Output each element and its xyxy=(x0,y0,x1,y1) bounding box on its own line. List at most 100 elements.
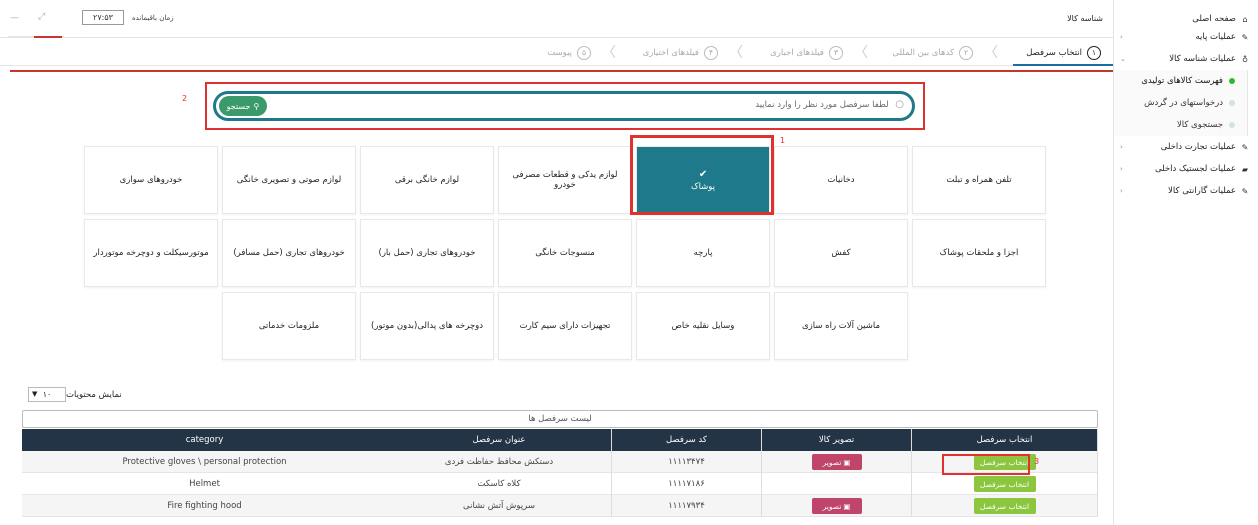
app-root: ⌂ صفحه اصلی ✎ عملیات پایه ‹ ♁ عملیات شنا… xyxy=(0,0,1258,525)
sidebar-submenu: فهرست کالاهای تولیدی درخواستهای در گردش … xyxy=(1114,70,1248,136)
image-cell: ▣ تصویر xyxy=(762,495,912,517)
minimize-icon[interactable]: — xyxy=(10,13,19,23)
image-icon: ▣ xyxy=(843,501,851,511)
image-icon: ▣ xyxy=(843,457,851,467)
select-cell: انتخاب سرفصل xyxy=(912,473,1098,495)
annotation-number: 3 xyxy=(1034,457,1040,466)
image-button-label: تصویر xyxy=(822,457,842,467)
table-row: انتخاب سرفصل ۱۱۱۱۷۱۸۶ کلاه کاسکت Helmet xyxy=(22,473,1098,495)
chevron-left-icon: ‹ xyxy=(1120,143,1123,151)
step-number: ۱ xyxy=(1087,46,1101,60)
table-row: انتخاب سرفصل ▣ تصویر ۱۱۱۱۷۹۳۴ سرپوش آتش … xyxy=(22,495,1098,517)
sidebar-subitem-label: جستجوی کالا xyxy=(1176,120,1223,130)
chevron-down-icon: ⌄ xyxy=(1120,55,1126,63)
category-tile[interactable]: لوازم خانگی برقی xyxy=(360,146,494,214)
step-optional-fields[interactable]: ۴ فیلدهای اختیاری xyxy=(643,44,718,62)
category-tile[interactable]: خودروهای سواری xyxy=(84,146,218,214)
category-tile[interactable]: ماشین آلات راه سازی xyxy=(774,292,908,360)
expand-icon[interactable]: ⤢ xyxy=(38,12,45,22)
code-cell: ۱۱۱۱۷۱۸۶ xyxy=(612,473,762,495)
category-cell: Helmet xyxy=(189,479,220,489)
category-tile[interactable]: تلفن همراه و تبلت xyxy=(912,146,1046,214)
category-tile[interactable]: منسوجات خانگی xyxy=(498,219,632,287)
step-required-fields[interactable]: ۳ فیلدهای اجباری xyxy=(770,44,843,62)
name-cell: سرپوش آتش نشانی xyxy=(387,495,612,517)
image-cell: ▣ تصویر xyxy=(762,451,912,473)
wizard-steps: ۱ انتخاب سرفصل 〈 ۲ کدهای بین المللی 〈 ۳ … xyxy=(0,38,1113,66)
main-panel: 2 ⚲ جستجو ○ لطفا سرفصل مورد نظر را وارد … xyxy=(10,70,1113,525)
category-cell: Protective gloves \ personal protection xyxy=(122,457,287,467)
active-step-underline xyxy=(1013,64,1113,66)
category-tile[interactable]: ملزومات خدماتی xyxy=(222,292,356,360)
category-tile[interactable]: وسایل نقلیه خاص xyxy=(636,292,770,360)
sidebar-item-domestic-logistics[interactable]: ▰ عملیات لجستیک داخلی ‹ xyxy=(1114,158,1258,180)
search-button[interactable]: ⚲ جستجو xyxy=(219,96,267,116)
name-cell: کلاه کاسکت xyxy=(387,473,612,495)
show-entries-label: نمایش محتویات xyxy=(66,389,122,400)
category-tile[interactable]: پارچه xyxy=(636,219,770,287)
annotation-number: 1 xyxy=(780,136,786,145)
select-heading-button[interactable]: انتخاب سرفصل xyxy=(973,476,1036,492)
category-cell: Fire fighting hood xyxy=(167,501,242,511)
category-tile[interactable]: خودروهای تجاری (حمل مسافر) xyxy=(222,219,356,287)
category-tile[interactable]: کفش xyxy=(774,219,908,287)
sidebar-subitem-search-product[interactable]: جستجوی کالا xyxy=(1114,114,1247,136)
chevron-left-icon: 〈 xyxy=(984,45,998,61)
chevron-left-icon: ‹ xyxy=(1120,33,1123,41)
top-bar: شناسه کالا زمان باقیمانده ۲۷:۵۳ ⤢ — xyxy=(0,0,1113,38)
category-tile[interactable]: دخانیات xyxy=(774,146,908,214)
step-label: پیوست xyxy=(547,48,572,58)
image-button-label: تصویر xyxy=(822,501,842,511)
category-tile[interactable]: تجهیزات دارای سیم کارت xyxy=(498,292,632,360)
code-cell: ۱۱۱۱۳۴۷۴ xyxy=(612,451,762,473)
sidebar-subitem-label: درخواستهای در گردش xyxy=(1144,98,1223,108)
search-input[interactable]: ○ لطفا سرفصل مورد نظر را وارد نمایید xyxy=(755,99,904,110)
home-icon: ⌂ xyxy=(1242,14,1248,24)
search-highlight-frame: ⚲ جستجو ○ لطفا سرفصل مورد نظر را وارد نم… xyxy=(205,82,925,130)
code-cell: ۱۱۱۱۷۹۳۴ xyxy=(612,495,762,517)
step-label: فیلدهای اجباری xyxy=(770,48,824,58)
sidebar: ⌂ صفحه اصلی ✎ عملیات پایه ‹ ♁ عملیات شنا… xyxy=(1113,0,1258,525)
chevron-left-icon: ‹ xyxy=(1120,187,1123,195)
category-tile[interactable]: موتورسیکلت و دوچرخه موتوردار xyxy=(84,219,218,287)
search-button-label: جستجو xyxy=(226,101,251,111)
category-tile[interactable]: لوازم یدکی و قطعات مصرفی خودرو xyxy=(498,146,632,214)
sidebar-subitem-produced-products[interactable]: فهرست کالاهای تولیدی xyxy=(1114,70,1247,92)
image-button[interactable]: ▣ تصویر xyxy=(811,498,862,514)
truck-icon: ▰ xyxy=(1241,164,1249,174)
step-number: ۲ xyxy=(959,46,973,60)
headings-table: انتخاب سرفصل تصویر کالا کد سرفصل عنوان س… xyxy=(22,429,1098,517)
page-size-select[interactable]: ۱۰ ▼ xyxy=(28,387,66,402)
step-select-heading[interactable]: ۱ انتخاب سرفصل xyxy=(1026,44,1101,62)
status-dot-icon xyxy=(1229,78,1235,84)
bicycle-icon: ♁ xyxy=(1242,54,1248,64)
select-heading-button[interactable]: انتخاب سرفصل xyxy=(973,498,1036,514)
sidebar-item-product-id-ops[interactable]: ♁ عملیات شناسه کالا ⌄ xyxy=(1114,48,1258,70)
chevron-left-icon: 〈 xyxy=(854,45,868,61)
sidebar-item-basic-ops[interactable]: ✎ عملیات پایه ‹ xyxy=(1114,26,1258,48)
sidebar-item-label: عملیات پایه xyxy=(1195,32,1236,42)
chevron-left-icon: 〈 xyxy=(602,45,616,61)
header-select: انتخاب سرفصل xyxy=(912,429,1098,451)
step-international-codes[interactable]: ۲ کدهای بین المللی xyxy=(892,44,973,62)
sidebar-item-label: عملیات تجارت داخلی xyxy=(1160,142,1236,152)
image-button[interactable]: ▣ تصویر xyxy=(811,454,862,470)
sidebar-subitem-pending-requests[interactable]: درخواستهای در گردش xyxy=(1114,92,1247,114)
step-number: ۴ xyxy=(704,46,718,60)
row-highlight-frame xyxy=(942,454,1030,475)
header-image: تصویر کالا xyxy=(762,429,912,451)
category-tile[interactable]: لوازم صوتی و تصویری خانگی xyxy=(222,146,356,214)
sidebar-item-label: عملیات شناسه کالا xyxy=(1169,54,1236,64)
search-placeholder: لطفا سرفصل مورد نظر را وارد نمایید xyxy=(755,100,889,110)
sidebar-item-domestic-trade[interactable]: ✎ عملیات تجارت داخلی ‹ xyxy=(1114,136,1258,158)
step-label: کدهای بین المللی xyxy=(892,48,954,58)
step-label: انتخاب سرفصل xyxy=(1026,48,1082,58)
category-tile[interactable]: اجزا و ملحقات پوشاک xyxy=(912,219,1046,287)
caret-down-icon: ▼ xyxy=(32,390,38,398)
header-category: category xyxy=(185,435,224,445)
chevron-left-icon: 〈 xyxy=(729,45,743,61)
sidebar-item-warranty[interactable]: ✎ عملیات گارانتی کالا ‹ xyxy=(1114,180,1258,202)
category-tile[interactable]: دوچرخه های پدالی(بدون موتور) xyxy=(360,292,494,360)
step-attachment[interactable]: ۵ پیوست xyxy=(547,44,591,62)
category-tile[interactable]: خودروهای تجاری (حمل بار) xyxy=(360,219,494,287)
